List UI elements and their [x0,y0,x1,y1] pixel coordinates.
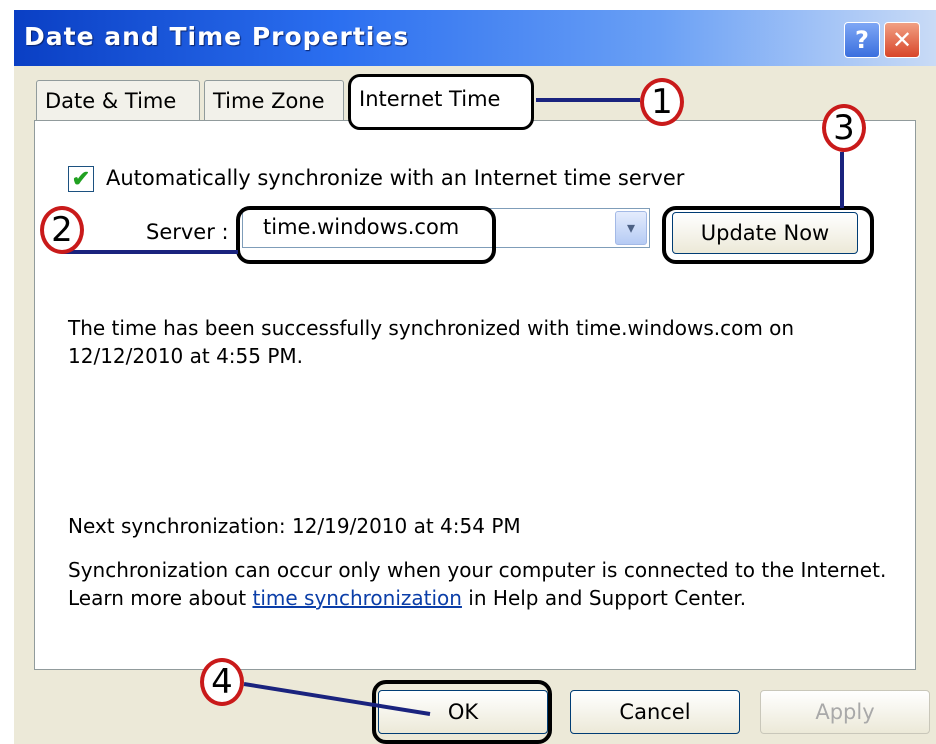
tab-time-zone[interactable]: Time Zone [204,80,344,120]
auto-sync-label[interactable]: Automatically synchronize with an Intern… [106,166,684,190]
update-now-button[interactable]: Update Now [672,212,858,254]
tab-date-and-time[interactable]: Date & Time [36,80,200,120]
auto-sync-checkbox[interactable]: ✔ [68,166,94,192]
server-value[interactable]: time.windows.com [263,215,459,239]
annotation-marker-1: 1 [640,78,684,126]
annotation-marker-2: 2 [40,206,84,254]
window-title: Date and Time Properties [24,22,410,51]
close-button[interactable]: ✕ [884,22,920,58]
annotation-marker-4: 4 [200,658,244,706]
tab-internet-time[interactable]: Internet Time [348,74,534,130]
title-bar[interactable]: Date and Time Properties ? ✕ [14,10,936,66]
next-sync-text: Next synchronization: 12/19/2010 at 4:54… [68,514,521,538]
annotation-marker-3: 3 [822,104,866,152]
chevron-down-icon[interactable]: ▾ [615,211,647,245]
server-combobox[interactable]: time.windows.com ▾ [242,208,650,248]
apply-button[interactable]: Apply [760,690,930,734]
help-button[interactable]: ? [844,22,880,58]
sync-note-suffix: in Help and Support Center. [461,586,747,610]
server-label: Server : [146,220,229,244]
cancel-button[interactable]: Cancel [570,690,740,734]
sync-note: Synchronization can occur only when your… [68,556,898,612]
ok-button[interactable]: OK [378,690,548,734]
time-sync-help-link[interactable]: time synchronization [252,586,461,610]
sync-status-text: The time has been successfully synchroni… [68,316,795,368]
